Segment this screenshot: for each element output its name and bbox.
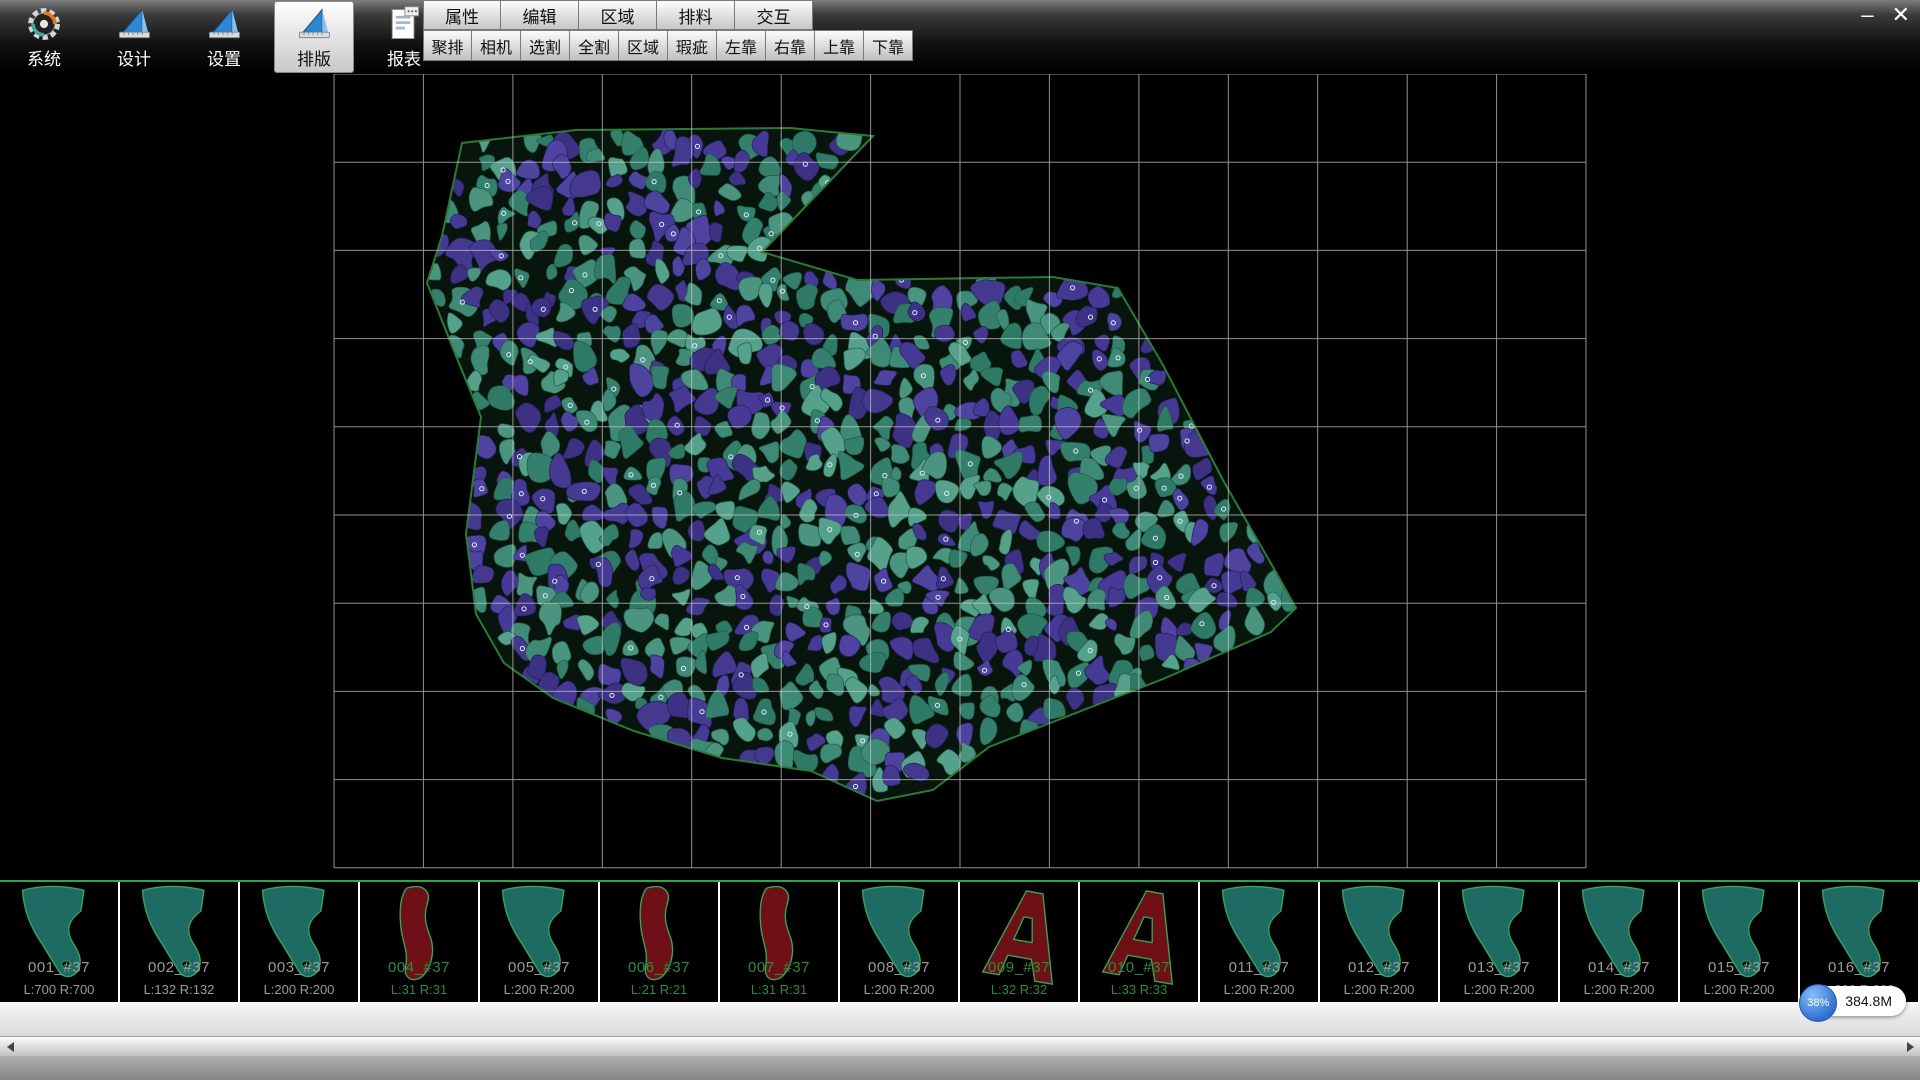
piece-id-label: 014_#37 — [1560, 959, 1678, 976]
piece-id-label: 015_#37 — [1680, 959, 1798, 976]
bottom-band — [0, 1056, 1920, 1080]
status-band — [0, 1002, 1920, 1036]
pieces-strip: 001_#37 L:700 R:700002_#37 L:132 R:132003_… — [0, 880, 1920, 1002]
memory-pill: 38% 384.8M — [1805, 986, 1906, 1016]
piece-counts-label: L:21 R:21 — [600, 982, 718, 997]
tool-button-row: 聚排相机选割全割区域瑕疵左靠右靠上靠下靠 — [423, 30, 913, 61]
tool-button-cut-all[interactable]: 全割 — [570, 30, 619, 61]
layout-tool-icon — [294, 4, 334, 44]
tool-button-snap-top[interactable]: 上靠 — [815, 30, 864, 61]
toolbar-button-design[interactable]: 设计 — [94, 1, 174, 73]
menu-tab-region[interactable]: 区域 — [579, 0, 657, 30]
piece-id-label: 006_#37 — [600, 959, 718, 976]
piece-id-label: 012_#37 — [1320, 959, 1438, 976]
piece-counts-label: L:200 R:200 — [1680, 982, 1798, 997]
piece-counts-label: L:200 R:200 — [1440, 982, 1558, 997]
tool-button-snap-left[interactable]: 左靠 — [717, 30, 766, 61]
piece-thumbnail-004_#37[interactable]: 004_#37 L:31 R:31 — [360, 882, 478, 1002]
left-triangle-icon — [7, 1042, 14, 1052]
tool-button-defect[interactable]: 瑕疵 — [668, 30, 717, 61]
piece-id-label: 001_#37 — [0, 959, 118, 976]
window-controls: – ✕ — [1861, 2, 1910, 28]
tool-button-snap-bottom[interactable]: 下靠 — [864, 30, 913, 61]
gear-icon — [24, 4, 64, 44]
piece-counts-label: L:200 R:200 — [1200, 982, 1318, 997]
piece-thumbnail-011_#37[interactable]: 011_#37 L:200 R:200 — [1200, 882, 1318, 1002]
piece-id-label: 005_#37 — [480, 959, 598, 976]
minimize-button[interactable]: – — [1861, 2, 1873, 28]
piece-thumbnail-005_#37[interactable]: 005_#37 L:200 R:200 — [480, 882, 598, 1002]
piece-thumbnail-007_#37[interactable]: 007_#37 L:31 R:31 — [720, 882, 838, 1002]
report-icon — [384, 4, 424, 44]
piece-thumbnail-013_#37[interactable]: 013_#37 L:200 R:200 — [1440, 882, 1558, 1002]
main-toolbar: 系统 设计 设置 排版 报表 — [4, 0, 444, 74]
toolbar-button-label: 设置 — [207, 45, 241, 70]
design-tool-icon — [114, 4, 154, 44]
piece-id-label: 007_#37 — [720, 959, 838, 976]
hide-nesting-view — [0, 74, 1920, 880]
toolbar-button-settings[interactable]: 设置 — [184, 1, 264, 73]
tool-button-snap-right[interactable]: 右靠 — [766, 30, 815, 61]
piece-thumbnail-010_#37[interactable]: 010_#37 L:33 R:33 — [1080, 882, 1198, 1002]
toolbar-button-layout[interactable]: 排版 — [274, 1, 354, 73]
tool-button-cluster-nest[interactable]: 聚排 — [423, 30, 472, 61]
memory-usage-label: 384.8M — [1845, 993, 1892, 1009]
piece-thumbnail-014_#37[interactable]: 014_#37 L:200 R:200 — [1560, 882, 1678, 1002]
app-window: 系统设计设置排版报表 属性编辑区域排料交互 聚排相机选割全割区域瑕疵左靠右靠上靠… — [0, 0, 1920, 1080]
tool-button-select-cut[interactable]: 选割 — [521, 30, 570, 61]
piece-thumbnail-006_#37[interactable]: 006_#37 L:21 R:21 — [600, 882, 718, 1002]
menu-tab-interactive[interactable]: 交互 — [735, 0, 813, 30]
top-toolbar: 系统设计设置排版报表 属性编辑区域排料交互 聚排相机选割全割区域瑕疵左靠右靠上靠… — [0, 0, 1920, 74]
piece-id-label: 008_#37 — [840, 959, 958, 976]
piece-thumbnail-008_#37[interactable]: 008_#37 L:200 R:200 — [840, 882, 958, 1002]
piece-counts-label: L:33 R:33 — [1080, 982, 1198, 997]
toolbar-button-system[interactable]: 系统 — [4, 1, 84, 73]
menu-tabs-row: 属性编辑区域排料交互 — [423, 0, 913, 30]
piece-thumbnail-012_#37[interactable]: 012_#37 L:200 R:200 — [1320, 882, 1438, 1002]
piece-thumbnail-009_#37[interactable]: 009_#37 L:32 R:32 — [960, 882, 1078, 1002]
scroll-left-arrow[interactable] — [0, 1037, 20, 1057]
piece-id-label: 010_#37 — [1080, 959, 1198, 976]
piece-counts-label: L:132 R:132 — [120, 982, 238, 997]
toolbar-button-label: 排版 — [297, 45, 331, 70]
toolbar-button-label: 报表 — [387, 45, 421, 70]
piece-counts-label: L:200 R:200 — [840, 982, 958, 997]
piece-counts-label: L:700 R:700 — [0, 982, 118, 997]
nesting-canvas[interactable] — [0, 74, 1920, 880]
toolbar-button-label: 设计 — [117, 45, 151, 70]
close-button[interactable]: ✕ — [1892, 2, 1910, 28]
piece-id-label: 016_#37 — [1800, 959, 1918, 976]
piece-thumbnail-003_#37[interactable]: 003_#37 L:200 R:200 — [240, 882, 358, 1002]
piece-thumbnail-015_#37[interactable]: 015_#37 L:200 R:200 — [1680, 882, 1798, 1002]
tool-button-camera[interactable]: 相机 — [472, 30, 521, 61]
piece-id-label: 004_#37 — [360, 959, 478, 976]
toolbar-button-label: 系统 — [27, 45, 61, 70]
piece-counts-label: L:200 R:200 — [240, 982, 358, 997]
menu-tab-edit[interactable]: 编辑 — [501, 0, 579, 30]
piece-id-label: 002_#37 — [120, 959, 238, 976]
piece-counts-label: L:31 R:31 — [360, 982, 478, 997]
piece-counts-label: L:32 R:32 — [960, 982, 1078, 997]
scroll-right-arrow[interactable] — [1900, 1037, 1920, 1057]
horizontal-scrollbar[interactable] — [0, 1036, 1920, 1056]
menu-tab-nesting[interactable]: 排料 — [657, 0, 735, 30]
piece-thumbnail-002_#37[interactable]: 002_#37 L:132 R:132 — [120, 882, 238, 1002]
tool-button-region[interactable]: 区域 — [619, 30, 668, 61]
menu-tab-properties[interactable]: 属性 — [423, 0, 501, 30]
progress-badge: 38% 384.8M — [1805, 984, 1906, 1018]
piece-counts-label: L:200 R:200 — [1560, 982, 1678, 997]
menu-block: 属性编辑区域排料交互 聚排相机选割全割区域瑕疵左靠右靠上靠下靠 — [423, 0, 913, 61]
piece-id-label: 011_#37 — [1200, 959, 1318, 976]
right-triangle-icon — [1907, 1042, 1914, 1052]
piece-id-label: 013_#37 — [1440, 959, 1558, 976]
piece-id-label: 003_#37 — [240, 959, 358, 976]
piece-id-label: 009_#37 — [960, 959, 1078, 976]
piece-counts-label: L:200 R:200 — [480, 982, 598, 997]
piece-counts-label: L:31 R:31 — [720, 982, 838, 997]
settings-tool-icon — [204, 4, 244, 44]
piece-thumbnail-001_#37[interactable]: 001_#37 L:700 R:700 — [0, 882, 118, 1002]
piece-counts-label: L:200 R:200 — [1320, 982, 1438, 997]
progress-percent-badge: 38% — [1799, 984, 1837, 1022]
